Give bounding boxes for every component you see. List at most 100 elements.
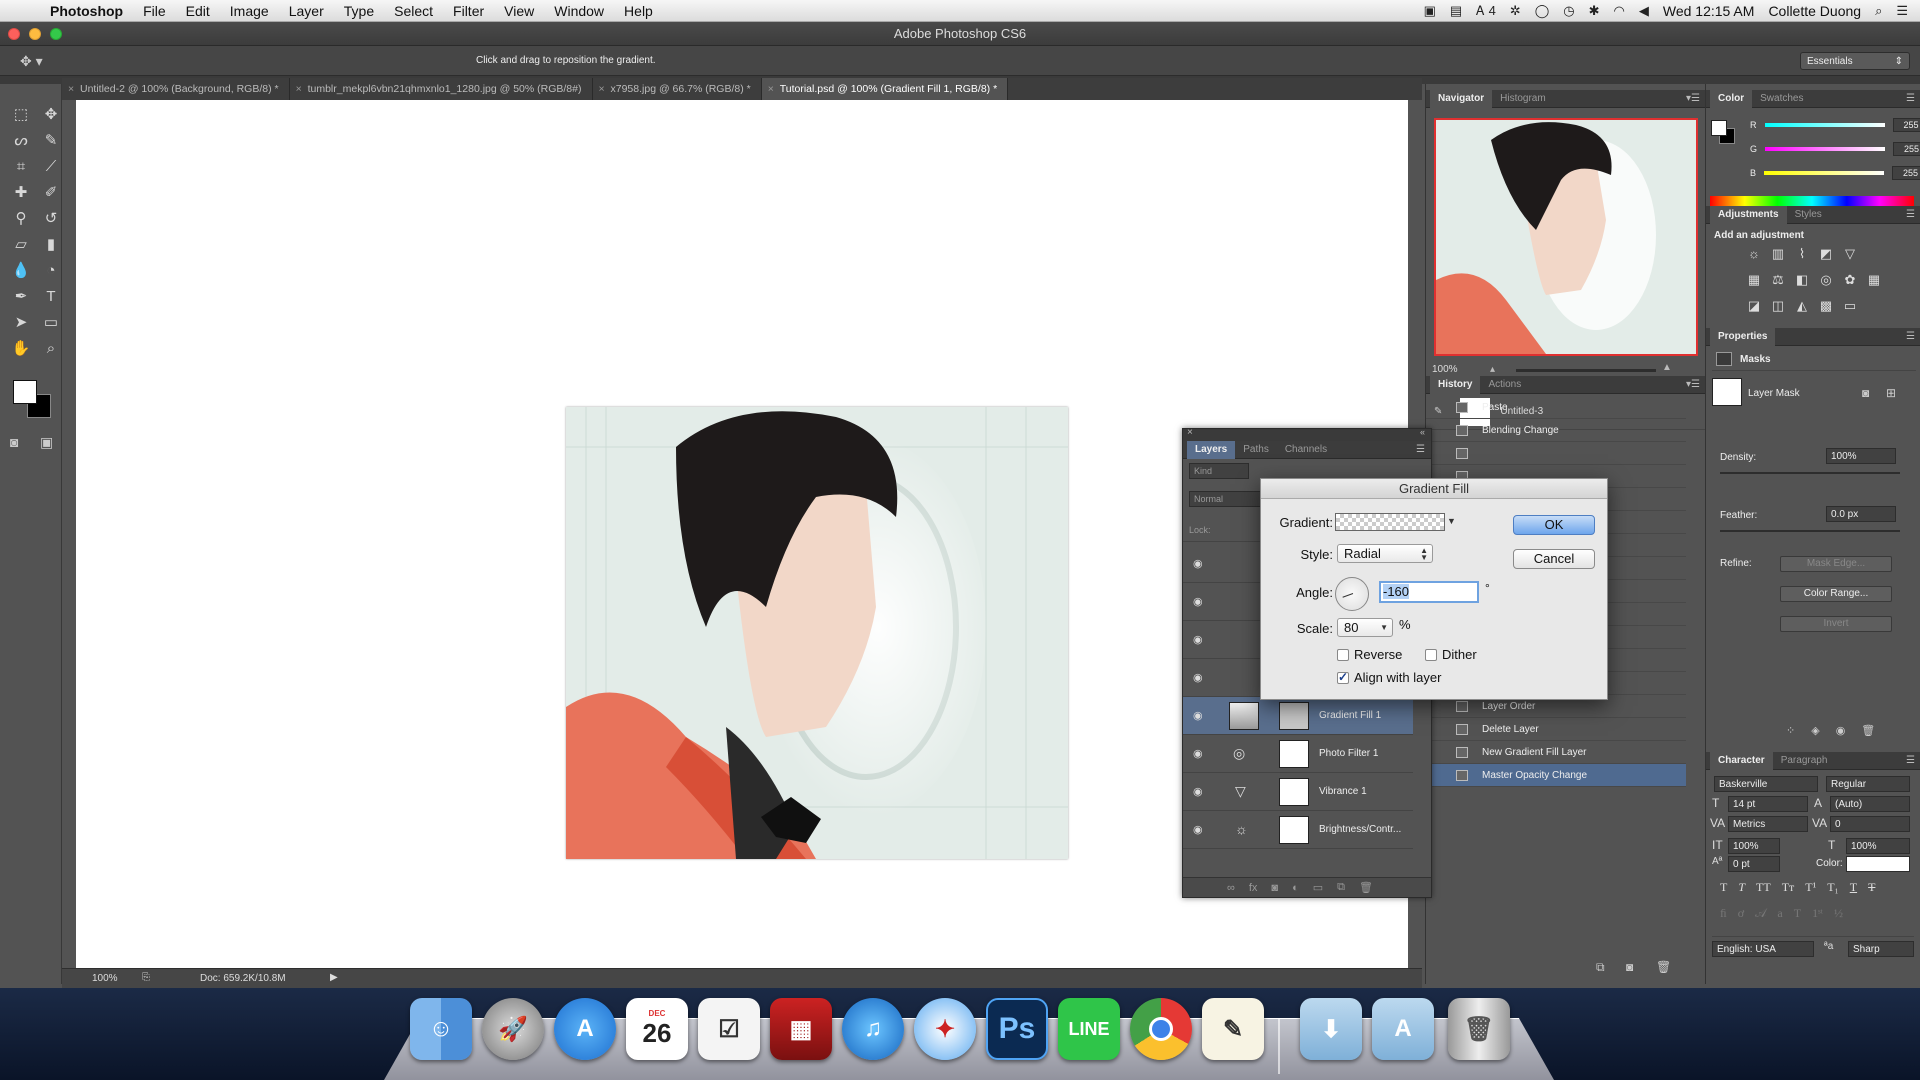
strikethrough-icon[interactable]: T (1868, 880, 1875, 895)
tab-color[interactable]: Color (1710, 89, 1753, 108)
selective-color-icon[interactable]: ▩ (1814, 298, 1838, 316)
collapse-panel-icon[interactable]: « (1420, 427, 1425, 437)
scale-combo[interactable]: 80 ▼ (1337, 618, 1393, 637)
lasso-tool-icon[interactable]: ᔕ (8, 130, 34, 152)
tab-navigator[interactable]: Navigator (1430, 89, 1493, 108)
new-layer-icon[interactable]: ⧉ (1337, 881, 1345, 894)
calendar-icon[interactable]: DEC 26 (626, 998, 688, 1060)
line-tray-icon[interactable]: ▤ (1450, 3, 1462, 19)
applications-folder-icon[interactable]: A (1372, 998, 1434, 1060)
density-field[interactable]: 100% (1826, 448, 1896, 464)
tab-x7958[interactable]: × x7958.jpg @ 66.7% (RGB/8) * (593, 78, 762, 100)
ordinals-icon[interactable]: 1ˢᵗ (1812, 906, 1823, 921)
font-family-select[interactable]: Baskerville (1714, 776, 1818, 792)
leading-field[interactable]: (Auto) (1830, 796, 1910, 812)
fx-icon[interactable]: fx (1249, 882, 1258, 894)
visibility-eye-icon[interactable]: ◉ (1193, 633, 1203, 646)
tab-tumblr[interactable]: × tumblr_mekpl6vbn21qhmxnlo1_1280.jpg @ 5… (290, 78, 593, 100)
tab-properties[interactable]: Properties (1710, 327, 1776, 346)
black-white-icon[interactable]: ◧ (1790, 272, 1814, 290)
tab-paths[interactable]: Paths (1235, 441, 1277, 459)
ligature-icon[interactable]: ﬁ (1720, 906, 1727, 921)
history-brush-tool-icon[interactable]: ↺ (38, 208, 64, 230)
small-caps-icon[interactable]: Tт (1782, 880, 1795, 895)
subscript-icon[interactable]: T₁ (1827, 880, 1839, 895)
menu-window[interactable]: Window (544, 0, 614, 22)
levels-icon[interactable]: ▥ (1766, 246, 1790, 264)
green-value[interactable]: 255 (1893, 142, 1920, 156)
brush-tool-icon[interactable]: ✐ (38, 182, 64, 204)
wifi-icon[interactable]: ◠ (1614, 3, 1625, 19)
zoom-in-icon[interactable]: ▲ (1662, 362, 1672, 373)
gradient-picker-arrow-icon[interactable]: ▼ (1447, 516, 1456, 526)
tracking-field[interactable]: 0 (1830, 816, 1910, 832)
blue-slider[interactable] (1764, 171, 1885, 175)
curves-icon[interactable]: ⌇ (1790, 246, 1814, 264)
select-mask-icon[interactable]: ◙ (1862, 386, 1869, 400)
tab-tutorial[interactable]: × Tutorial.psd @ 100% (Gradient Fill 1, R… (761, 78, 1009, 100)
baseline-shift-field[interactable]: 0 pt (1728, 856, 1780, 872)
finder-icon[interactable]: ☺ (410, 998, 472, 1060)
superscript-icon[interactable]: T¹ (1805, 880, 1816, 895)
minimize-window-button[interactable] (29, 28, 41, 40)
menu-image[interactable]: Image (220, 0, 279, 22)
blue-value[interactable]: 255 (1892, 166, 1920, 180)
type-tool-icon[interactable]: T (38, 286, 64, 308)
red-value[interactable]: 255 (1892, 118, 1920, 132)
chrome-icon[interactable] (1130, 998, 1192, 1060)
kerning-field[interactable]: Metrics (1728, 816, 1808, 832)
color-range-button[interactable]: Color Range... (1780, 586, 1892, 602)
font-style-select[interactable]: Regular (1826, 776, 1910, 792)
reverse-checkbox[interactable]: Reverse (1337, 647, 1402, 662)
tab-character[interactable]: Character (1710, 751, 1773, 770)
status-menu-arrow-icon[interactable]: ▶ (330, 972, 338, 983)
crop-tool-icon[interactable]: ⌗ (8, 156, 34, 178)
history-item[interactable]: Master Opacity Change (1426, 764, 1686, 787)
tab-swatches[interactable]: Swatches (1752, 90, 1811, 108)
red-slider[interactable] (1764, 123, 1885, 127)
blend-mode-select[interactable]: Normal (1189, 491, 1261, 507)
posterize-icon[interactable]: ◫ (1766, 298, 1790, 316)
color-lookup-icon[interactable]: ▦ (1862, 272, 1886, 290)
hue-saturation-icon[interactable]: ▦ (1742, 272, 1766, 290)
tab-styles[interactable]: Styles (1787, 206, 1830, 224)
spotlight-icon[interactable]: ⌕ (1875, 3, 1882, 19)
menu-help[interactable]: Help (614, 0, 663, 22)
threshold-icon[interactable]: ◭ (1790, 298, 1814, 316)
visibility-eye-icon[interactable]: ◉ (1193, 823, 1203, 836)
zoom-tool-icon[interactable]: ⌕ (38, 338, 64, 360)
tab-adjustments[interactable]: Adjustments (1710, 205, 1787, 224)
history-item[interactable]: Blending Change (1426, 419, 1686, 442)
path-select-tool-icon[interactable]: ➤ (8, 312, 34, 334)
menu-view[interactable]: View (494, 0, 544, 22)
quick-select-tool-icon[interactable]: ✎ (38, 130, 64, 152)
gradient-tool-icon[interactable]: ▮ (38, 234, 64, 256)
safari-icon[interactable]: ✦ (914, 998, 976, 1060)
eyedropper-tool-icon[interactable]: ⟋ (38, 156, 64, 178)
add-vector-mask-icon[interactable]: ⊞ (1886, 386, 1896, 400)
channel-mixer-icon[interactable]: ✿ (1838, 272, 1862, 290)
menu-file[interactable]: File (133, 0, 176, 22)
mask-mode-icon[interactable] (1716, 352, 1732, 366)
feather-field[interactable]: 0.0 px (1826, 506, 1896, 522)
visibility-eye-icon[interactable]: ◉ (1193, 671, 1203, 684)
gradient-map-icon[interactable]: ▭ (1838, 298, 1862, 316)
underline-icon[interactable]: T (1850, 880, 1857, 895)
layer-mask-thumbnail[interactable] (1712, 378, 1742, 406)
menu-layer[interactable]: Layer (279, 0, 334, 22)
dodge-tool-icon[interactable]: ◔ (38, 260, 64, 282)
font-size-field[interactable]: 14 pt (1728, 796, 1808, 812)
vertical-scale-field[interactable]: 100% (1728, 838, 1780, 854)
panel-menu-icon[interactable]: ☰ (1906, 331, 1915, 342)
add-mask-icon[interactable]: ◙ (1271, 882, 1278, 894)
reverse-box[interactable] (1337, 648, 1349, 661)
foreground-color-swatch[interactable] (13, 380, 37, 404)
exposure-icon[interactable]: ◩ (1814, 246, 1838, 264)
notification-icon[interactable]: ☰ (1896, 3, 1908, 19)
clone-stamp-tool-icon[interactable]: ⚲ (8, 208, 34, 230)
new-group-icon[interactable]: ▭ (1313, 881, 1323, 894)
visibility-eye-icon[interactable]: ◉ (1193, 785, 1203, 798)
adobe-tray-icon[interactable]: Ꭺ 4 (1476, 3, 1496, 19)
line-app-icon[interactable]: LINE (1058, 998, 1120, 1060)
photo-booth-icon[interactable]: ▦ (770, 998, 832, 1060)
